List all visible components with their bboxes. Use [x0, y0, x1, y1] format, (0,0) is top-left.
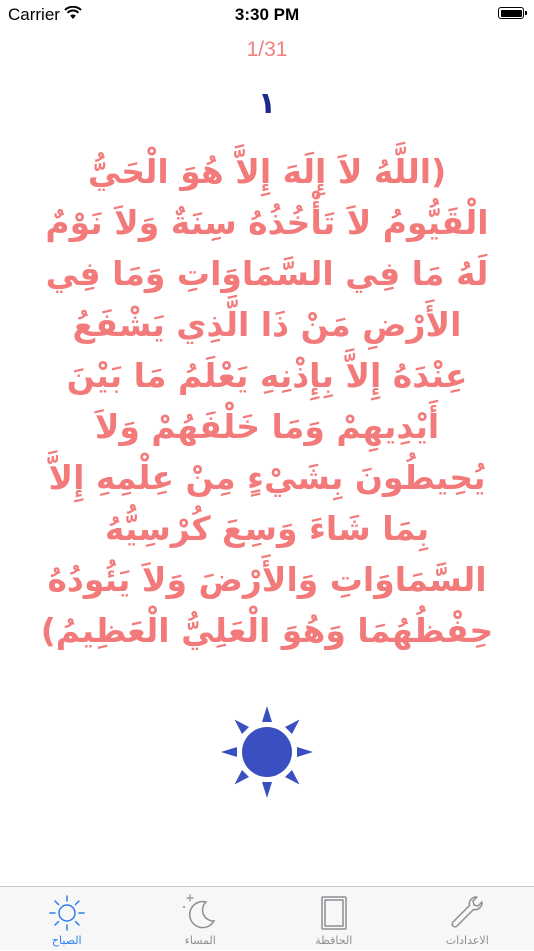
repeat-count[interactable]: ١: [0, 86, 534, 121]
moon-icon: [180, 893, 220, 933]
tab-label: الحافظة: [267, 934, 401, 947]
tab-settings[interactable]: الاعدادات: [401, 887, 534, 951]
dhikr-text[interactable]: (اللَّهُ لاَ إِلَهَ إِلاَّ هُوَ الْحَيُّ…: [30, 146, 504, 656]
status-time: 3:30 PM: [0, 5, 534, 25]
tab-label: المساء: [134, 934, 268, 947]
tab-label: الاعدادات: [401, 934, 534, 947]
battery-icon: [498, 7, 524, 19]
tab-evening[interactable]: المساء: [134, 887, 268, 951]
tab-bar: الصباح المساء الحافظة الاعدادات: [0, 886, 534, 950]
dhikr-counter: 1/31: [0, 38, 534, 62]
tab-morning[interactable]: الصباح: [0, 887, 134, 951]
wrench-icon: [447, 893, 487, 933]
status-bar: Carrier 3:30 PM: [0, 0, 534, 30]
book-icon: [314, 893, 354, 933]
sun-icon: [47, 893, 87, 933]
tab-wallet[interactable]: الحافظة: [267, 887, 401, 951]
tab-label: الصباح: [0, 934, 134, 947]
sun-icon[interactable]: [219, 704, 315, 800]
